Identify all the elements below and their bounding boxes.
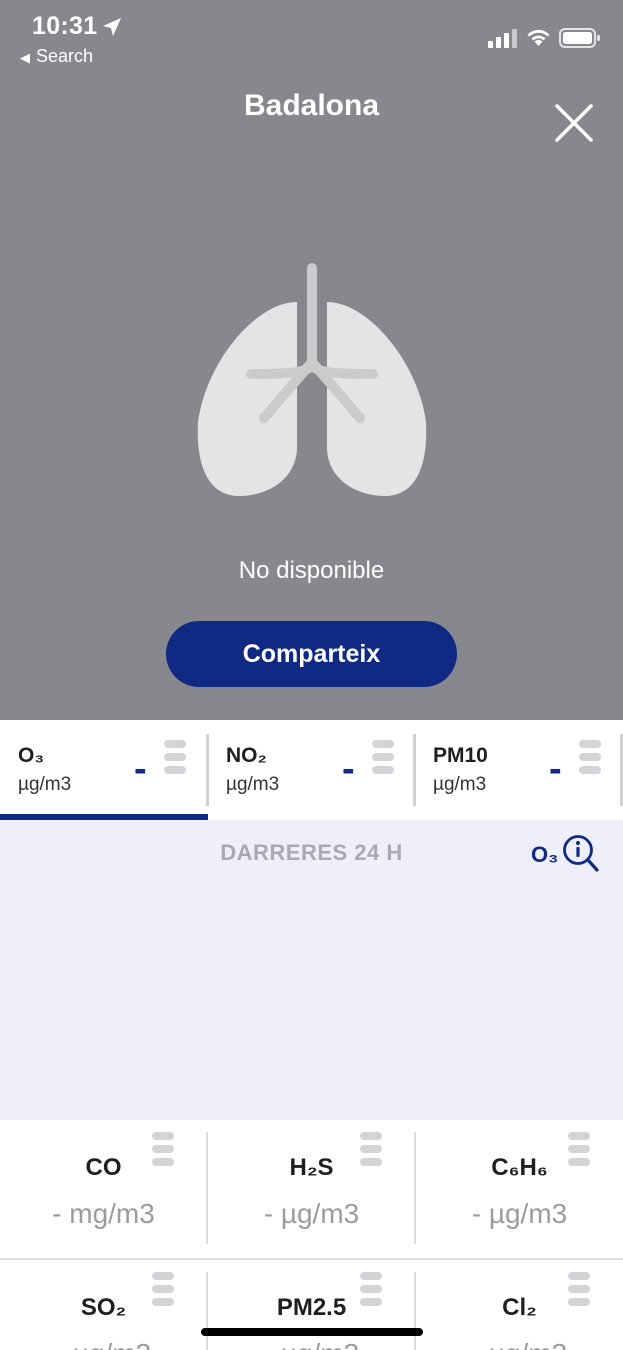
tab-unit: µg/m3: [226, 774, 280, 795]
tab-name: NO₂: [226, 744, 267, 767]
tab-no2[interactable]: NO₂ µg/m3 -: [208, 734, 414, 806]
grid-divider: [414, 1272, 416, 1350]
pollutant-card-c6h6[interactable]: C₆H₆ - µg/m3: [416, 1120, 623, 1256]
info-magnifier-icon[interactable]: [562, 833, 600, 873]
pollutant-card-h2s[interactable]: H₂S - µg/m3: [208, 1120, 415, 1256]
pollutant-card-cl2[interactable]: Cl₂ - µg/m3: [416, 1260, 623, 1350]
battery-icon: [559, 28, 600, 48]
pollutant-value: - µg/m3: [263, 1198, 360, 1229]
tab-name: PM10: [433, 744, 488, 767]
close-icon[interactable]: [553, 102, 595, 144]
menu-icon: [360, 1132, 382, 1166]
grid-divider: [414, 1132, 416, 1244]
pollutant-name: H₂S: [289, 1154, 334, 1181]
pollutant-value: - µg/m3: [0, 1338, 207, 1350]
tab-value: -: [134, 748, 147, 790]
pollutant-grid: CO - mg/m3 H₂S - µg/m3 C₆H₆ - µg/m3 SO₂ …: [0, 1120, 623, 1350]
tab-value: -: [549, 748, 562, 790]
tab-value: -: [342, 748, 355, 790]
pollutant-tabs: O₃ µg/m3 - NO₂ µg/m3 - PM10 µg/m3 -: [0, 720, 623, 820]
pollutant-name: Cl₂: [502, 1294, 537, 1321]
menu-icon: [152, 1132, 174, 1166]
menu-icon: [152, 1272, 174, 1306]
grid-divider: [206, 1132, 208, 1244]
hero-panel: 10:31 ◀ Search Badalona No disponible Com…: [0, 0, 623, 720]
back-arrow-icon: ◀: [20, 50, 30, 65]
pollutant-value: - µg/m3: [416, 1338, 623, 1350]
pollutant-value: - µg/m3: [471, 1198, 568, 1229]
location-arrow-icon: [103, 18, 121, 36]
pollutant-card-co[interactable]: CO - mg/m3: [0, 1120, 207, 1256]
chart-panel: DARRERES 24 H O₃: [0, 820, 623, 1120]
pollutant-name: C₆H₆: [491, 1154, 548, 1181]
pollutant-card-pm25[interactable]: PM2.5 - µg/m3: [208, 1260, 415, 1350]
tab-pm10[interactable]: PM10 µg/m3 -: [415, 734, 621, 806]
tab-unit: µg/m3: [433, 774, 487, 795]
menu-icon: [360, 1272, 382, 1306]
back-to-search-link[interactable]: ◀ Search: [20, 46, 93, 67]
page-title: Badalona: [243, 89, 380, 122]
back-label: Search: [36, 46, 94, 66]
cellular-signal-icon: [488, 29, 517, 48]
share-button[interactable]: Comparteix: [166, 621, 457, 687]
home-indicator[interactable]: [201, 1328, 423, 1336]
pollutant-name: SO₂: [80, 1294, 127, 1321]
menu-icon: [372, 740, 394, 774]
wifi-icon: [527, 29, 550, 46]
pollutant-name: CO: [85, 1154, 122, 1181]
pollutant-name: PM2.5: [276, 1294, 347, 1321]
pollutant-value: - µg/m3: [208, 1338, 415, 1350]
status-time: 10:31: [32, 12, 98, 40]
menu-icon: [568, 1132, 590, 1166]
tab-unit: µg/m3: [18, 774, 72, 795]
menu-icon: [164, 740, 186, 774]
pollutant-card-so2[interactable]: SO₂ - µg/m3: [0, 1260, 207, 1350]
lungs-icon: [197, 263, 427, 497]
grid-divider: [206, 1272, 208, 1350]
chart-pollutant-label: O₃: [531, 842, 559, 867]
tab-o3[interactable]: O₃ µg/m3 -: [0, 734, 206, 806]
menu-icon: [568, 1272, 590, 1306]
air-quality-status: No disponible: [238, 557, 385, 584]
pollutant-value: - mg/m3: [52, 1198, 155, 1229]
chart-title: DARRERES 24 H: [220, 840, 403, 865]
menu-icon: [579, 740, 601, 774]
tab-name: O₃: [18, 744, 45, 767]
